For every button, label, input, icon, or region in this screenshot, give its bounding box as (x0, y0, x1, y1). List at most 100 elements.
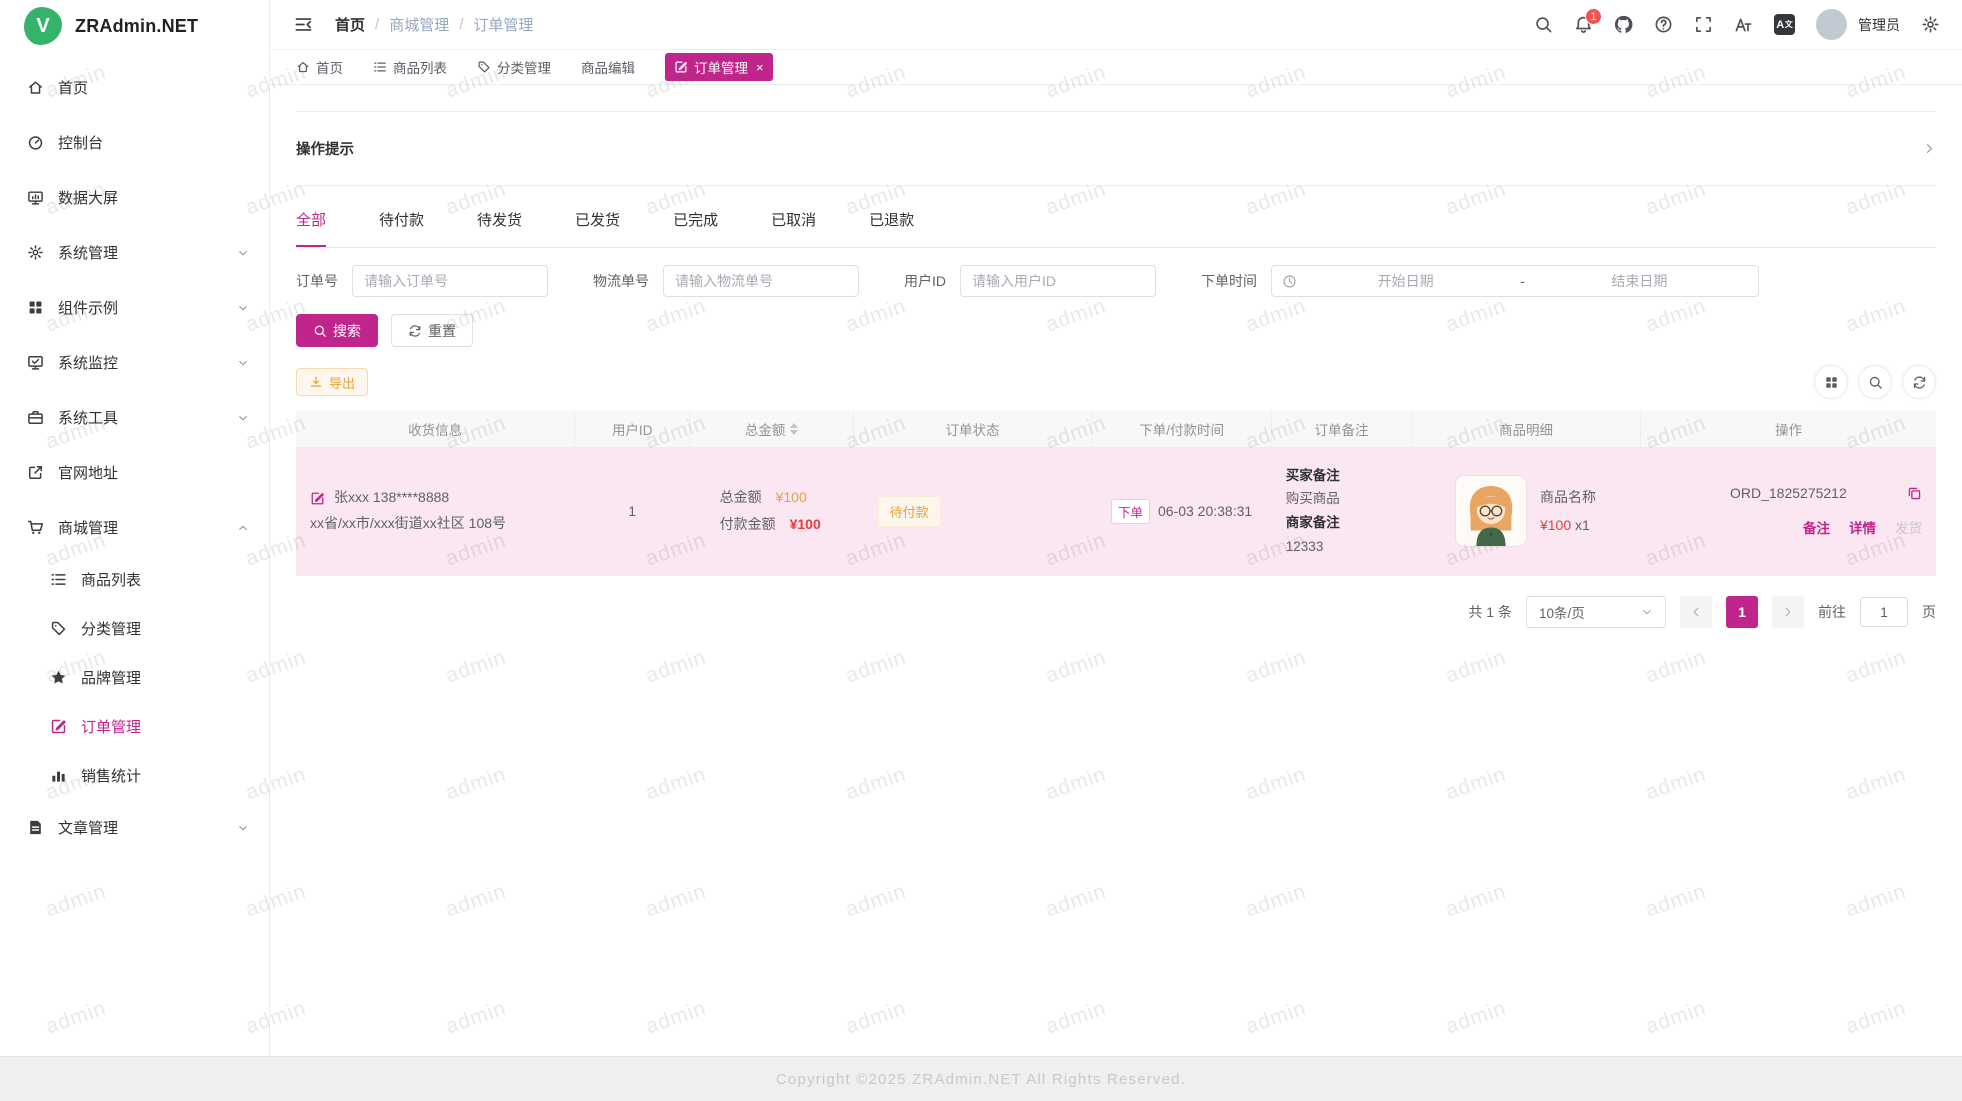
status-tab-unpaid[interactable]: 待付款 (379, 209, 424, 247)
chevron-down-icon (237, 822, 249, 834)
detail-action-link[interactable]: 详情 (1849, 517, 1876, 537)
sidebar-item-label: 订单管理 (81, 716, 141, 737)
sidebar-item-label: 商城管理 (58, 517, 118, 538)
notification-badge: 1 (1585, 8, 1602, 25)
reset-button[interactable]: 重置 (391, 314, 473, 347)
sidebar-item-orders[interactable]: 订单管理 (0, 702, 269, 751)
sidebar-collapse-icon[interactable] (294, 15, 313, 34)
list-icon (50, 571, 67, 588)
chevron-down-icon (237, 357, 249, 369)
footer: Copyright ©2025 ZRAdmin.NET All Rights R… (0, 1056, 1962, 1101)
help-icon[interactable] (1654, 15, 1673, 34)
col-user-id: 用户ID (575, 411, 690, 447)
tips-collapse-panel[interactable]: 操作提示 (296, 111, 1936, 186)
sidebar-item-components[interactable]: 组件示例 (0, 280, 269, 335)
brand-logo[interactable]: V ZRAdmin.NET (0, 0, 269, 52)
remark-action-link[interactable]: 备注 (1803, 517, 1830, 537)
order-status-tabs: 全部 待付款 待发货 已发货 已完成 已取消 已退款 (296, 186, 1936, 248)
language-icon[interactable]: A文 (1774, 14, 1795, 35)
cell-amount: 总金额 ¥100 付款金额 ¥100 (690, 447, 854, 575)
sidebar-item-mall[interactable]: 商城管理 (0, 500, 269, 555)
tips-title: 操作提示 (296, 138, 354, 159)
product-price: ¥100 (1540, 517, 1571, 533)
search-button-label: 搜索 (333, 321, 361, 341)
shipping-no-input[interactable] (663, 265, 859, 297)
chevron-down-icon (237, 302, 249, 314)
end-date-input[interactable] (1531, 273, 1748, 289)
copyright-text: Copyright ©2025 ZRAdmin.NET All Rights R… (776, 1071, 1186, 1088)
edit-address-icon[interactable] (310, 491, 325, 506)
sidebar-item-website[interactable]: 官网地址 (0, 445, 269, 500)
grid-icon (27, 299, 44, 316)
chevron-right-icon (1782, 606, 1794, 618)
prev-page-button[interactable] (1680, 596, 1712, 628)
sidebar-item-home[interactable]: 首页 (0, 60, 269, 115)
sidebar-item-system[interactable]: 系统管理 (0, 225, 269, 280)
status-tab-shipped[interactable]: 已发货 (575, 209, 620, 247)
font-size-icon[interactable] (1734, 15, 1753, 34)
breadcrumb-home[interactable]: 首页 (335, 14, 365, 35)
home-icon (27, 79, 44, 96)
star-icon (50, 669, 67, 686)
avatar[interactable] (1816, 9, 1847, 40)
search-button[interactable]: 搜索 (296, 314, 378, 347)
cell-receiver: 张xxx 138****8888 xx省/xx市/xxx街道xx社区 108号 (296, 447, 575, 575)
product-image[interactable] (1456, 476, 1526, 546)
sidebar-item-brand[interactable]: 品牌管理 (0, 653, 269, 702)
tab-home[interactable]: 首页 (296, 57, 343, 77)
edit-icon (674, 60, 688, 74)
status-tab-all[interactable]: 全部 (296, 209, 326, 247)
status-tab-cancelled[interactable]: 已取消 (771, 209, 816, 247)
sidebar-item-product-list[interactable]: 商品列表 (0, 555, 269, 604)
breadcrumb-orders[interactable]: 订单管理 (473, 14, 533, 35)
sidebar-item-label: 销售统计 (81, 765, 141, 786)
sidebar-item-datascreen[interactable]: 数据大屏 (0, 170, 269, 225)
user-id-label: 用户ID (904, 271, 946, 291)
sidebar-item-articles[interactable]: 文章管理 (0, 800, 269, 855)
tab-orders-active[interactable]: 订单管理 × (665, 53, 773, 81)
tab-label: 商品列表 (393, 57, 447, 77)
brand-name: ZRAdmin.NET (75, 16, 198, 37)
filter-shipping-no: 物流单号 (593, 265, 859, 297)
notification-bell[interactable]: 1 (1574, 15, 1593, 34)
status-tab-completed[interactable]: 已完成 (673, 209, 718, 247)
settings-gear-icon[interactable] (1921, 15, 1940, 34)
tab-product-list[interactable]: 商品列表 (373, 57, 447, 77)
user-id-input[interactable] (960, 265, 1156, 297)
github-icon[interactable] (1614, 15, 1633, 34)
tab-product-edit[interactable]: 商品编辑 (581, 57, 635, 77)
sidebar-item-console[interactable]: 控制台 (0, 115, 269, 170)
breadcrumb-mall[interactable]: 商城管理 (389, 14, 449, 35)
show-search-button[interactable] (1858, 365, 1892, 399)
sidebar-item-tools[interactable]: 系统工具 (0, 390, 269, 445)
copy-icon[interactable] (1907, 486, 1922, 501)
page-number-current[interactable]: 1 (1726, 596, 1758, 628)
status-tab-unshipped[interactable]: 待发货 (477, 209, 522, 247)
paid-value: ¥100 (790, 511, 821, 538)
page-size-select[interactable]: 10条/页 (1526, 596, 1666, 628)
search-icon[interactable] (1534, 15, 1553, 34)
col-amount-label: 总金额 (745, 419, 786, 439)
date-range-picker[interactable]: - (1271, 265, 1759, 297)
amount-sort[interactable]: 总金额 (745, 419, 799, 439)
user-name[interactable]: 管理员 (1858, 15, 1900, 35)
close-icon[interactable]: × (756, 60, 764, 75)
fullscreen-icon[interactable] (1694, 15, 1713, 34)
cell-status: 待付款 (854, 447, 1092, 575)
order-no-input[interactable] (352, 265, 548, 297)
next-page-button[interactable] (1772, 596, 1804, 628)
status-tab-refunded[interactable]: 已退款 (869, 209, 914, 247)
tab-category[interactable]: 分类管理 (477, 57, 551, 77)
goto-page-input[interactable] (1860, 597, 1908, 627)
sidebar-item-monitor[interactable]: 系统监控 (0, 335, 269, 390)
col-status: 订单状态 (854, 411, 1092, 447)
sidebar-item-label: 商品列表 (81, 569, 141, 590)
clock-icon (1282, 274, 1297, 289)
export-button[interactable]: 导出 (296, 368, 368, 396)
start-date-input[interactable] (1297, 273, 1514, 289)
refresh-table-button[interactable] (1902, 365, 1936, 399)
sidebar-item-label: 分类管理 (81, 618, 141, 639)
sidebar-item-category[interactable]: 分类管理 (0, 604, 269, 653)
sidebar-item-sales-stats[interactable]: 销售统计 (0, 751, 269, 800)
columns-toggle-button[interactable] (1814, 365, 1848, 399)
